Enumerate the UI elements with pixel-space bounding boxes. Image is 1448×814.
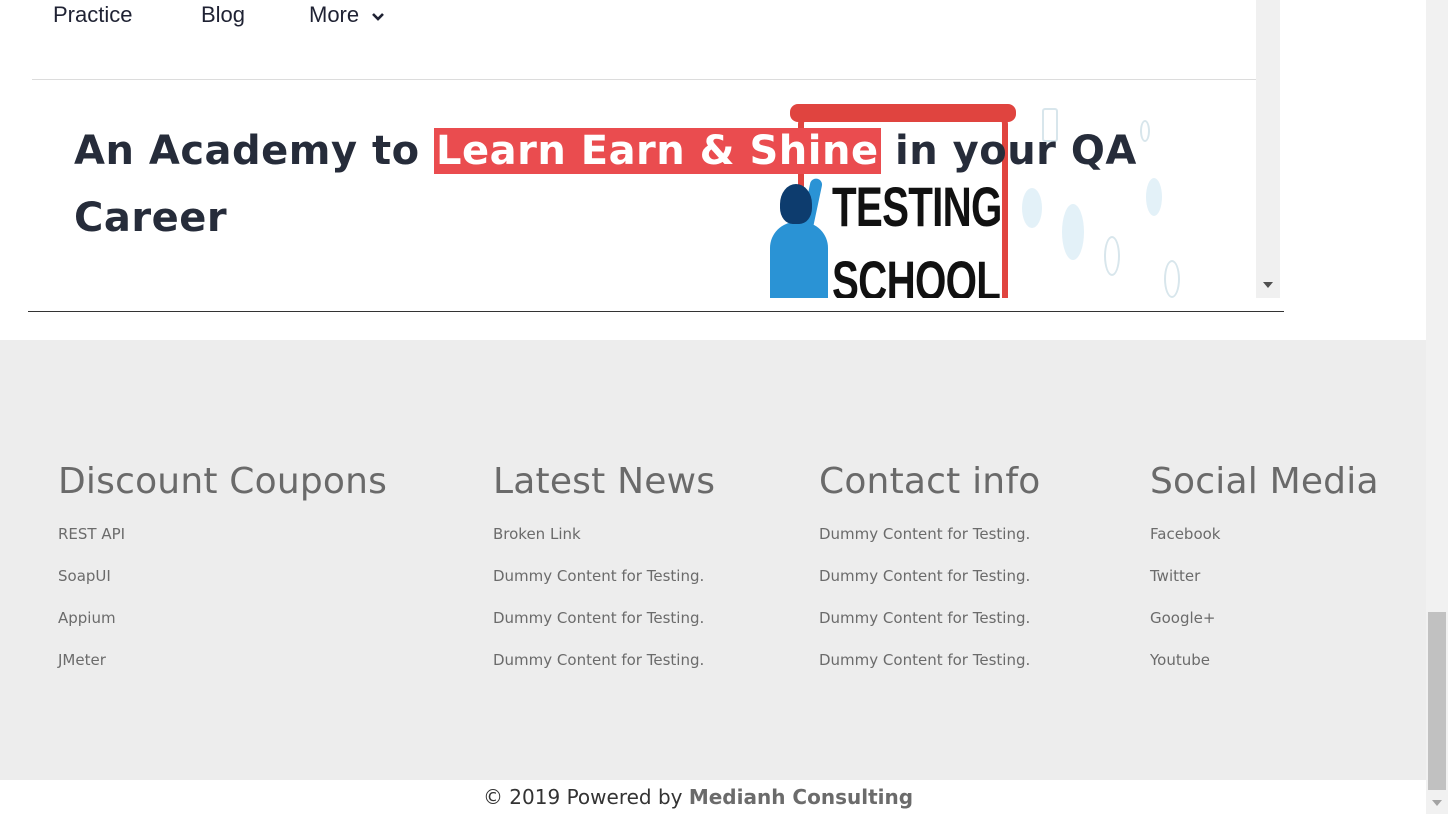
- footer-heading: Discount Coupons: [58, 461, 388, 502]
- footer-link[interactable]: Dummy Content for Testing.: [819, 609, 1030, 627]
- page-scrollbar[interactable]: [1426, 0, 1448, 814]
- footer-heading: Latest News: [493, 461, 716, 502]
- footer-link[interactable]: Dummy Content for Testing.: [819, 651, 1030, 669]
- embedded-frame: Practice Blog More TESTING SCHOOL An Aca…: [0, 0, 1280, 298]
- nav-divider: [32, 79, 1257, 80]
- footer-link[interactable]: Dummy Content for Testing.: [493, 567, 704, 585]
- footer-link-twitter[interactable]: Twitter: [1150, 567, 1200, 585]
- footer-column-latest-news: Latest News Broken Link Dummy Content fo…: [493, 458, 715, 692]
- company-link[interactable]: Medianh Consulting: [689, 785, 913, 809]
- footer-heading: Social Media: [1150, 461, 1379, 502]
- footer-column-social-media: Social Media Facebook Twitter Google+ Yo…: [1150, 458, 1379, 692]
- nav-blog[interactable]: Blog: [201, 2, 245, 28]
- hero-title: An Academy to Learn Earn & Shine in your…: [74, 128, 1137, 241]
- footer-link[interactable]: Dummy Content for Testing.: [819, 525, 1030, 543]
- chevron-down-icon: [372, 13, 385, 21]
- copyright: © 2019 Powered by Medianh Consulting: [0, 780, 1396, 814]
- footer-column-discount-coupons: Discount Coupons REST API SoapUI Appium …: [58, 458, 387, 692]
- nav-practice[interactable]: Practice: [53, 2, 132, 28]
- footer-link[interactable]: Appium: [58, 609, 116, 627]
- scroll-down-arrow-icon[interactable]: [1432, 800, 1442, 806]
- footer-link-google-plus[interactable]: Google+: [1150, 609, 1215, 627]
- nav-more-label: More: [309, 2, 360, 27]
- footer-link[interactable]: SoapUI: [58, 567, 111, 585]
- footer-link[interactable]: Dummy Content for Testing.: [493, 609, 704, 627]
- footer-column-contact-info: Contact info Dummy Content for Testing. …: [819, 458, 1040, 692]
- footer-link[interactable]: JMeter: [58, 651, 106, 669]
- top-nav: Practice Blog More: [0, 0, 1256, 36]
- footer-link-facebook[interactable]: Facebook: [1150, 525, 1220, 543]
- footer-heading: Contact info: [819, 461, 1041, 502]
- footer: Discount Coupons REST API SoapUI Appium …: [0, 340, 1426, 780]
- frame-scrollbar[interactable]: [1256, 0, 1280, 298]
- footer-link[interactable]: Broken Link: [493, 525, 581, 543]
- frame-divider: [28, 311, 1284, 312]
- copyright-text: © 2019 Powered by: [482, 785, 689, 809]
- scroll-down-arrow-icon[interactable]: [1263, 282, 1273, 288]
- hero-highlight: Learn Earn & Shine: [434, 128, 881, 174]
- footer-link[interactable]: Dummy Content for Testing.: [819, 567, 1030, 585]
- footer-link[interactable]: REST API: [58, 525, 125, 543]
- footer-link-youtube[interactable]: Youtube: [1150, 651, 1210, 669]
- footer-link[interactable]: Dummy Content for Testing.: [493, 651, 704, 669]
- page-scrollbar-thumb[interactable]: [1428, 612, 1446, 790]
- nav-more[interactable]: More: [309, 2, 385, 28]
